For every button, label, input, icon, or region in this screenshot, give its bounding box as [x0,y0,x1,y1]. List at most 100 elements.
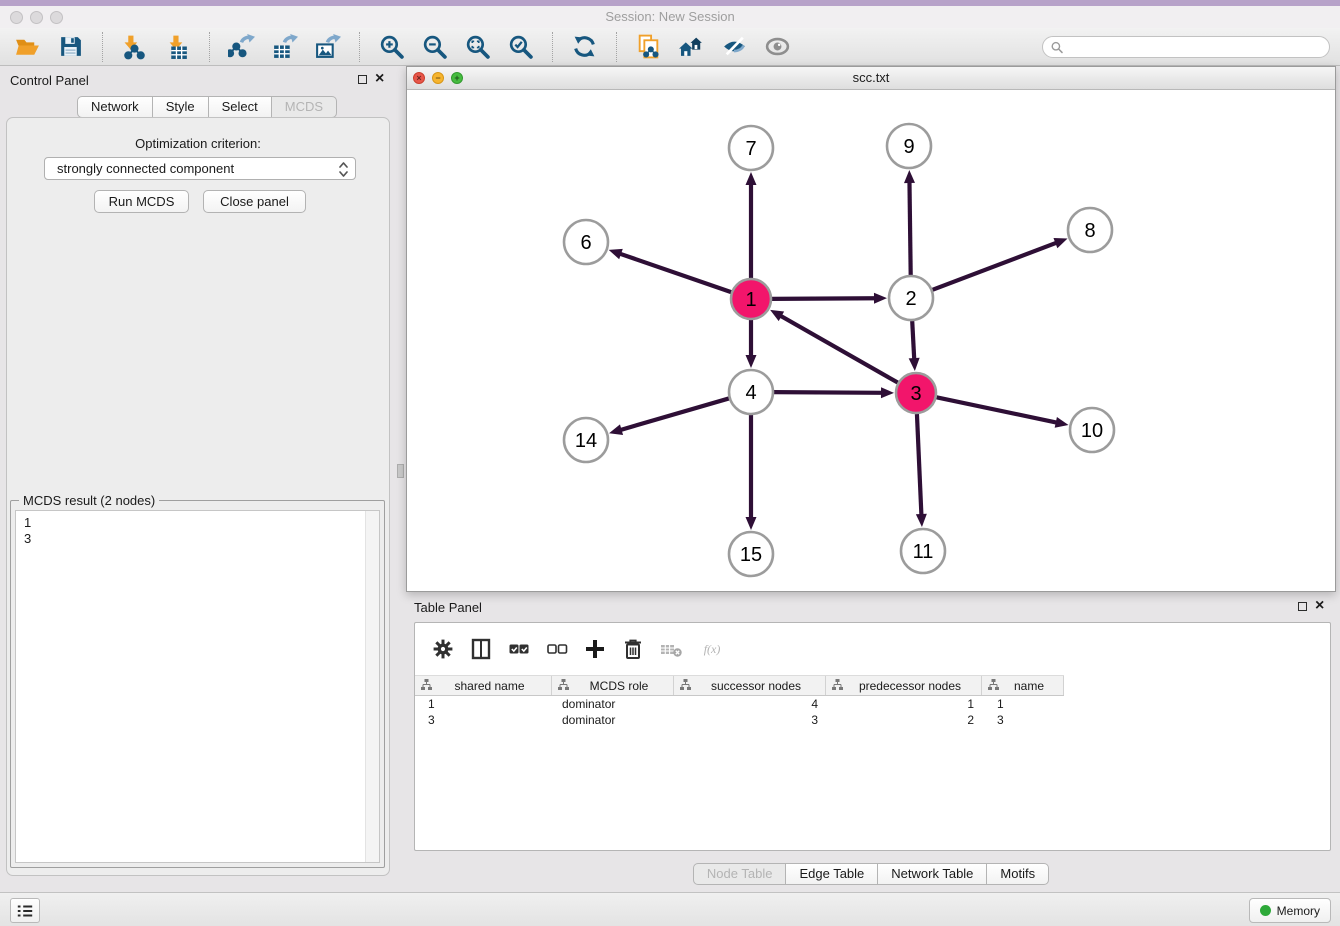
add-column-icon[interactable] [582,636,609,663]
tab-edge-table[interactable]: Edge Table [785,863,878,885]
search-icon [1051,41,1063,54]
select-all-icon[interactable] [506,636,533,663]
table-cell[interactable]: 3 [982,712,1064,728]
graph-node-10[interactable]: 10 [1070,408,1114,452]
graph-node-11[interactable]: 11 [901,529,945,573]
first-neighbors-icon[interactable] [676,32,708,62]
run-mcds-button[interactable]: Run MCDS [94,190,189,213]
node-label: 4 [745,382,756,404]
network-window-titlebar[interactable]: × − + scc.txt [407,67,1335,90]
graph-edge-2-9[interactable] [909,181,910,275]
edge-arrowhead-icon [874,293,887,304]
graph-edge-4-14[interactable] [620,398,729,430]
table-cell[interactable]: 1 [415,696,552,712]
float-panel-icon[interactable] [358,75,367,84]
table-cell[interactable]: 3 [415,712,552,728]
apply-layout-icon[interactable] [569,32,601,62]
graph-edge-3-1[interactable] [780,315,898,382]
memory-status-icon [1260,905,1271,916]
column-header-shared-name[interactable]: shared name [415,676,552,695]
export-table-icon[interactable] [269,32,301,62]
column-header-label: name [999,679,1059,693]
graph-node-6[interactable]: 6 [564,220,608,264]
search-box[interactable] [1042,36,1330,58]
export-network-icon[interactable] [226,32,258,62]
export-image-icon[interactable] [312,32,344,62]
table-row-2[interactable]: 3dominator323 [415,712,1330,728]
edge-arrowhead-icon [909,358,920,371]
tab-mcds[interactable]: MCDS [271,96,337,118]
tab-network-table[interactable]: Network Table [877,863,987,885]
column-header-successor-nodes[interactable]: successor nodes [674,676,826,695]
tab-select[interactable]: Select [208,96,272,118]
graph-node-14[interactable]: 14 [564,418,608,462]
toggle-panel-icon[interactable] [468,636,495,663]
zoom-fit-icon[interactable] [462,32,494,62]
zoom-selected-icon[interactable] [505,32,537,62]
save-session-icon[interactable] [55,32,87,62]
tab-node-table[interactable]: Node Table [693,863,787,885]
graph-node-4[interactable]: 4 [729,370,773,414]
vertical-split-handle[interactable] [397,464,404,478]
graph-edge-2-8[interactable] [933,242,1058,289]
zoom-out-icon[interactable] [419,32,451,62]
mcds-result-area[interactable]: 1 3 [15,510,380,863]
show-panels-menu-button[interactable] [10,898,40,923]
mcds-result-group: MCDS result (2 nodes) 1 3 [10,500,385,868]
table-cell[interactable]: 4 [674,696,826,712]
column-header-predecessor-nodes[interactable]: predecessor nodes [826,676,982,695]
edge-arrowhead-icon [1055,417,1069,428]
graph-edge-1-2[interactable] [772,298,876,299]
deselect-all-icon[interactable] [544,636,571,663]
graph-edge-2-3[interactable] [912,321,914,360]
import-network-icon[interactable] [119,32,151,62]
edge-arrowhead-icon [1053,238,1067,248]
close-panel-button[interactable]: Close panel [203,190,306,213]
graph-node-9[interactable]: 9 [887,124,931,168]
graph-edge-3-11[interactable] [917,414,922,516]
hide-selected-icon[interactable] [719,32,751,62]
table-cell[interactable]: dominator [552,712,674,728]
graph-node-1[interactable]: 1 [731,279,771,319]
table-cell[interactable]: 2 [826,712,982,728]
search-input[interactable] [1063,39,1321,56]
column-header-MCDS-role[interactable]: MCDS role [552,676,674,695]
graph-edge-4-3[interactable] [774,392,883,393]
graph-node-15[interactable]: 15 [729,532,773,576]
table-cell[interactable]: 1 [826,696,982,712]
zoom-in-icon[interactable] [376,32,408,62]
graph-node-8[interactable]: 8 [1068,208,1112,252]
graph-edge-1-6[interactable] [619,253,731,292]
graph-node-7[interactable]: 7 [729,126,773,170]
column-type-icon [832,679,843,693]
network-canvas[interactable]: 1 2 3 4 6 7 8 9 10 11 14 15 [407,90,1335,591]
table-cell[interactable]: 1 [982,696,1064,712]
table-toolbar: f(x) [415,623,1330,675]
table-cell[interactable]: dominator [552,696,674,712]
tab-style[interactable]: Style [152,96,209,118]
table-cell[interactable]: 3 [674,712,826,728]
criterion-dropdown[interactable]: strongly connected component [44,157,356,180]
new-network-from-selection-icon[interactable] [633,32,665,62]
table-row-1[interactable]: 1dominator411 [415,696,1330,712]
import-table-icon[interactable] [162,32,194,62]
edge-arrowhead-icon [916,514,927,527]
float-table-panel-icon[interactable] [1298,602,1307,611]
node-label: 14 [575,430,597,452]
result-scrollbar[interactable] [365,511,379,862]
node-label: 8 [1084,220,1095,242]
close-panel-icon[interactable]: × [375,74,384,84]
tab-network[interactable]: Network [77,96,153,118]
close-table-panel-icon[interactable]: × [1315,601,1324,611]
show-all-icon[interactable] [762,32,794,62]
graph-node-3[interactable]: 3 [896,373,936,413]
tab-motifs[interactable]: Motifs [986,863,1049,885]
node-label: 9 [903,136,914,158]
open-session-icon[interactable] [12,32,44,62]
delete-columns-icon[interactable] [620,636,647,663]
memory-button[interactable]: Memory [1249,898,1331,923]
column-header-name[interactable]: name [982,676,1064,695]
graph-edge-3-10[interactable] [937,397,1058,422]
table-settings-icon[interactable] [430,636,457,663]
graph-node-2[interactable]: 2 [889,276,933,320]
